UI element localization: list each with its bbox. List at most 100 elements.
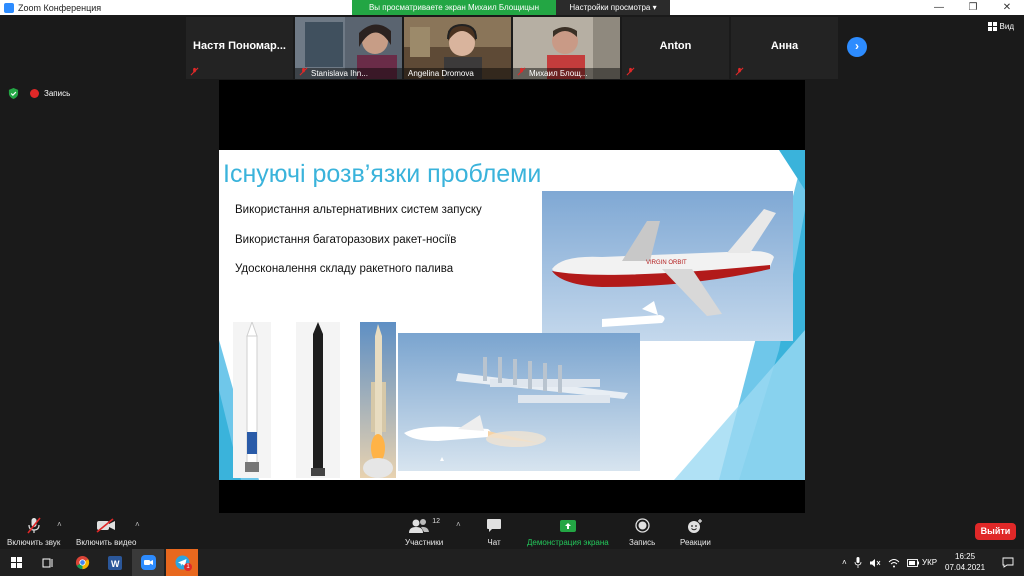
share-screen-button[interactable]: Демонстрация экрана [527, 517, 609, 547]
share-screen-label: Демонстрация экрана [527, 538, 609, 547]
rocket-photo-1 [233, 322, 271, 478]
chat-label: Чат [487, 538, 501, 547]
participant-tile[interactable]: Stanislava Ihn... [295, 17, 402, 79]
recording-label: Запись [44, 89, 71, 98]
air-launch-system-photo [398, 333, 640, 471]
windows-start-button[interactable] [0, 549, 32, 576]
security-shield-icon[interactable] [8, 88, 19, 99]
screen-share-banner: Вы просматриваете экран Михаил Блощицын … [352, 0, 670, 15]
telegram-unread-badge: 1 [184, 563, 192, 571]
telegram-taskbar-button[interactable]: 1 [166, 549, 198, 576]
participant-tile[interactable]: Настя Пономар... [186, 17, 293, 79]
microphone-tray-icon[interactable] [854, 557, 862, 568]
system-tray: ˄ [842, 549, 919, 576]
participant-name: Михаил Блощ... [529, 69, 588, 78]
unmute-button[interactable]: Включить звук [7, 517, 60, 547]
clock-date: 07.04.2021 [945, 563, 986, 572]
view-mode-label: Вид [999, 22, 1014, 31]
reactions-label: Реакции [680, 538, 711, 547]
participant-name: Анна [770, 40, 799, 52]
leave-meeting-button[interactable]: Выйти [975, 523, 1016, 540]
unmute-label: Включить звук [7, 538, 61, 547]
grid-icon [987, 22, 997, 31]
svg-text:W: W [111, 559, 120, 569]
participant-tile[interactable]: Anton [622, 17, 729, 79]
video-off-icon [96, 518, 116, 533]
carrier-aircraft-photo: VIRGIN ORBIT [542, 191, 793, 341]
notification-center-icon [1002, 557, 1014, 568]
participant-name: Anton [659, 40, 692, 52]
next-page-button[interactable]: › [847, 37, 867, 57]
windows-logo-icon [10, 557, 22, 568]
muted-mic-icon [190, 67, 199, 76]
chrome-taskbar-button[interactable] [66, 549, 98, 576]
window-title: Zoom Конференция [18, 2, 102, 13]
volume-muted-icon[interactable] [869, 558, 881, 568]
audio-options-chevron[interactable]: ˄ [57, 520, 62, 529]
minimize-button[interactable]: — [922, 0, 956, 15]
participant-tile[interactable]: Angelina Dromova [404, 17, 511, 79]
emoji-reaction-icon [688, 518, 703, 533]
close-button[interactable]: ✕ [990, 0, 1024, 15]
participants-count: 12 [432, 518, 440, 525]
rocket-photo-2 [296, 322, 340, 478]
word-taskbar-button[interactable]: W [99, 549, 131, 576]
battery-icon[interactable] [906, 558, 919, 567]
meeting-toolbar: Включить звук ˄ Включить видео ˄ 12 Учас… [0, 513, 1024, 549]
slide-bullet: Використання альтернативних систем запус… [235, 204, 482, 216]
muted-microphone-icon [27, 517, 41, 534]
muted-mic-icon [626, 67, 635, 76]
muted-mic-icon [735, 67, 744, 76]
zoom-taskbar-button[interactable] [132, 549, 164, 576]
notifications-button[interactable] [992, 549, 1024, 576]
show-hidden-icons-icon[interactable]: ˄ [842, 558, 847, 567]
record-icon [634, 518, 650, 533]
zoom-window: Zoom Конференция — ❐ ✕ Вы просматриваете… [0, 0, 1024, 576]
taskbar-clock[interactable]: 16:25 07.04.2021 [945, 551, 985, 573]
input-language-indicator[interactable]: УКР [922, 558, 937, 567]
video-options-chevron[interactable]: ˄ [135, 520, 140, 529]
zoom-app-icon [4, 2, 14, 13]
slide-bullet: Удосконалення складу ракетного палива [235, 263, 454, 275]
participants-video-strip: Настя Пономар... Stanislava Ihn... Angel… [186, 17, 838, 79]
participant-tile[interactable]: Михаил Блощ... [513, 17, 620, 79]
recording-indicator-icon [30, 89, 39, 98]
chat-bubble-icon [487, 519, 501, 532]
presentation-slide: Існуючі розв’язки проблеми Використання … [219, 150, 805, 480]
task-view-icon [42, 558, 53, 567]
windows-taskbar: W 1 ˄ УКР 16:25 07.04.2021 [0, 549, 1024, 576]
record-button[interactable]: Запись [629, 517, 655, 547]
start-video-label: Включить видео [76, 538, 137, 547]
slide-title: Існуючі розв’язки проблеми [223, 160, 542, 188]
participant-name: Angelina Dromova [408, 69, 474, 78]
view-settings-button[interactable]: Настройки просмотра ▾ [556, 0, 670, 15]
slide-bullet: Використання багаторазових ракет-носіїв [235, 234, 457, 246]
start-video-button[interactable]: Включить видео [76, 517, 136, 547]
muted-mic-icon [517, 67, 526, 76]
participants-label: Участники [405, 538, 444, 547]
participant-name: Настя Пономар... [193, 40, 286, 52]
task-view-button[interactable] [32, 549, 64, 576]
chevron-down-icon: ▾ [652, 3, 657, 12]
participant-tile[interactable]: Анна [731, 17, 838, 79]
record-label: Запись [629, 538, 656, 547]
muted-mic-icon [299, 67, 308, 76]
participant-name: Stanislava Ihn... [311, 69, 368, 78]
word-icon: W [108, 555, 122, 570]
viewing-screen-label: Вы просматриваете экран Михаил Блощицын [352, 0, 556, 15]
view-mode-button[interactable]: Вид [987, 22, 1014, 31]
participants-icon [409, 519, 430, 533]
wifi-icon[interactable] [888, 558, 900, 568]
chrome-icon [75, 555, 89, 570]
share-screen-icon [559, 519, 576, 532]
participants-button[interactable]: 12 Участники [405, 517, 443, 547]
rocket-launch-photo [360, 322, 396, 478]
reactions-button[interactable]: Реакции [680, 517, 711, 547]
view-settings-label: Настройки просмотра [569, 3, 651, 12]
chat-button[interactable]: Чат [486, 517, 502, 547]
aircraft-livery-text: VIRGIN ORBIT [646, 260, 687, 266]
clock-time: 16:25 [955, 552, 976, 561]
participants-options-chevron[interactable]: ˄ [456, 520, 461, 529]
zoom-icon [140, 555, 156, 570]
maximize-button[interactable]: ❐ [956, 0, 990, 15]
